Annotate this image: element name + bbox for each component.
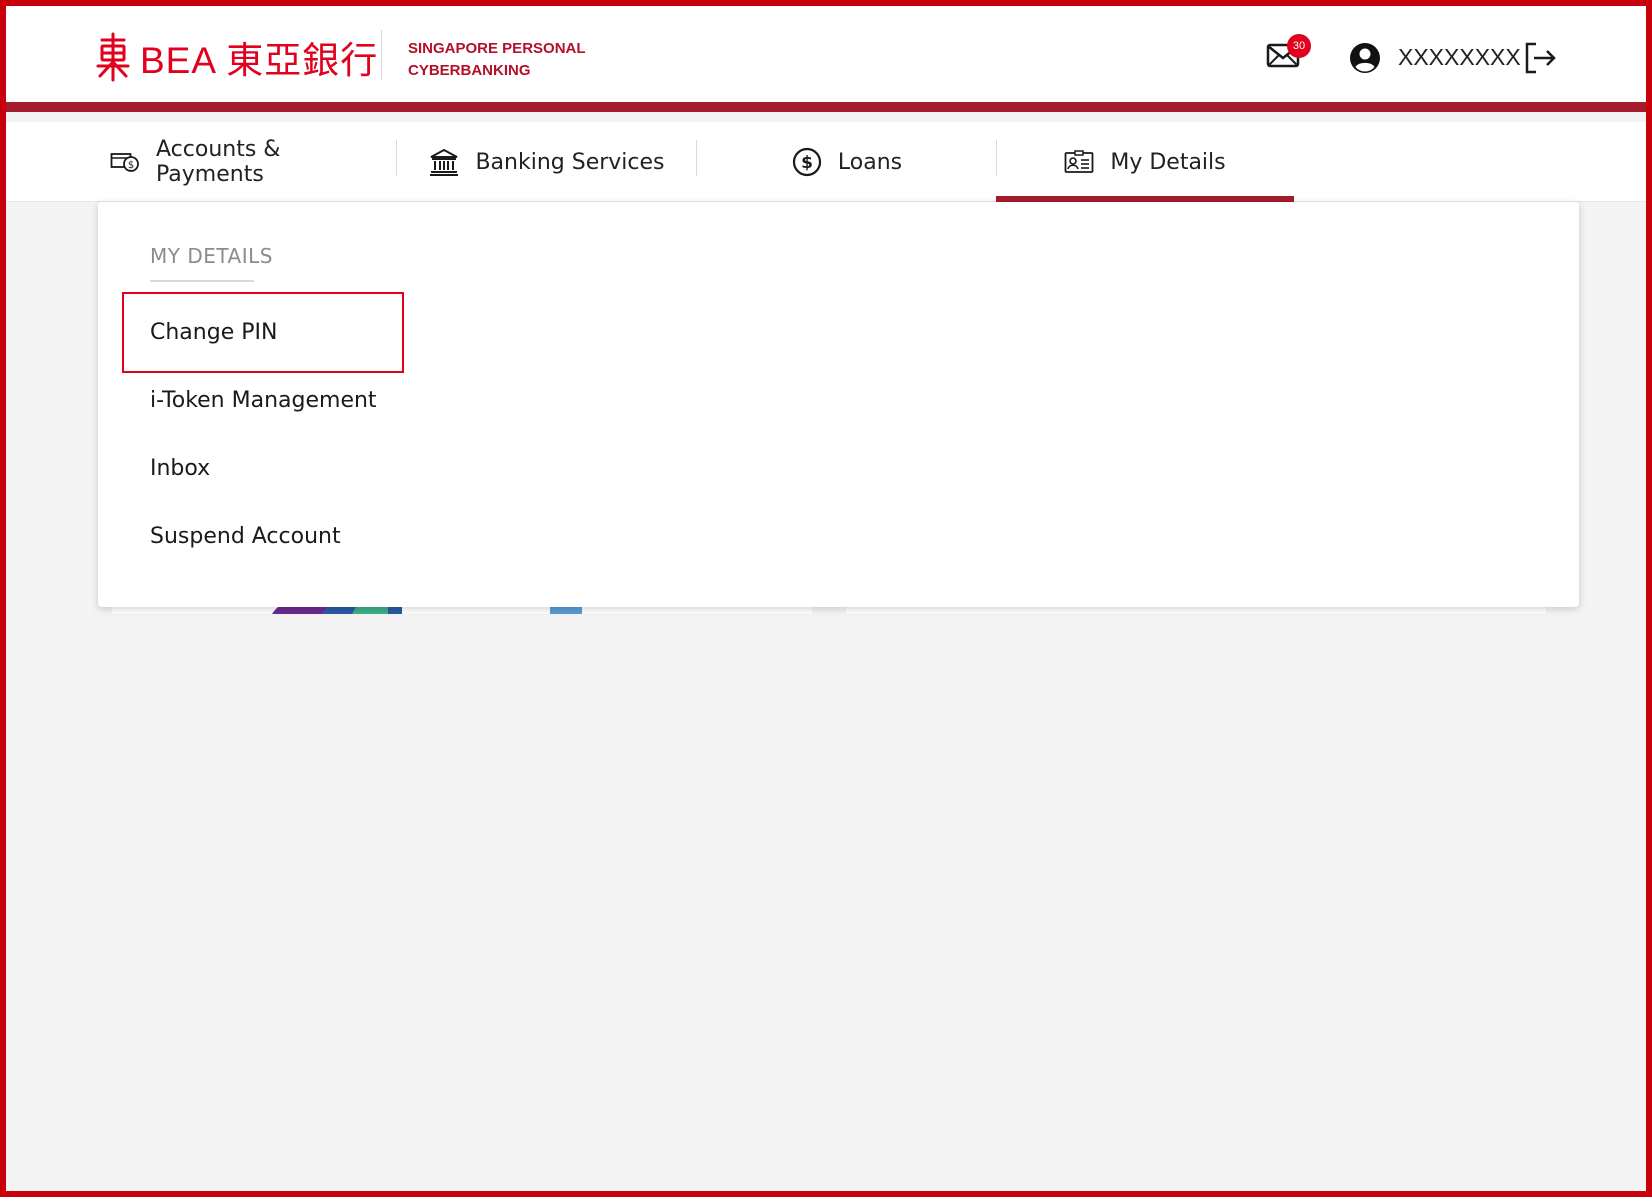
menu-item-inbox[interactable]: Inbox [150,456,210,481]
tab-label: Banking Services [475,149,665,175]
user-name: XXXXXXXX [1398,44,1521,70]
tab-my-details[interactable]: My Details [996,122,1294,202]
main-nav: $ Accounts & Payments Banking Services $… [6,122,1646,202]
dropdown-heading: MY DETAILS [150,244,273,268]
top-header: BEA 東亞銀行 SINGAPORE PERSONAL CYBERBANKING… [0,0,1652,112]
tab-banking-services[interactable]: Banking Services [398,122,696,202]
user-account-icon[interactable] [1349,42,1381,74]
nav-separator [396,140,397,176]
id-card-icon [1064,150,1094,173]
tab-loans[interactable]: $ Loans [698,122,996,202]
logout-button[interactable] [1522,40,1558,76]
site-subtitle: SINGAPORE PERSONAL CYBERBANKING [408,38,586,82]
svg-text:$: $ [801,153,813,173]
tab-label: Accounts & Payments [156,137,281,187]
logo-divider [381,30,382,80]
unread-count-badge: 30 [1287,34,1311,58]
site-subtitle-line2: CYBERBANKING [408,62,531,79]
nav-separator [696,140,697,176]
my-details-dropdown: MY DETAILS Change PIN i-Token Management… [98,202,1579,607]
logout-icon [1525,42,1556,74]
menu-item-itoken-management[interactable]: i-Token Management [150,388,377,413]
bea-emblem-icon [96,32,130,82]
menu-item-suspend-account[interactable]: Suspend Account [150,524,341,549]
site-subtitle-line1: SINGAPORE PERSONAL [408,40,586,57]
cash-payment-icon: $ [110,153,139,172]
dollar-circle-icon: $ [792,147,821,177]
svg-text:$: $ [128,160,134,171]
heading-underline [150,280,254,282]
tab-accounts-payments[interactable]: $ Accounts & Payments [110,122,390,202]
tab-label: Loans [837,149,903,175]
tab-label: My Details [1110,149,1226,175]
bea-logo[interactable]: BEA 東亞銀行 [96,30,378,84]
logo-text: BEA 東亞銀行 [140,40,379,81]
menu-item-change-pin[interactable]: Change PIN [150,320,277,345]
bank-building-icon [430,148,459,176]
